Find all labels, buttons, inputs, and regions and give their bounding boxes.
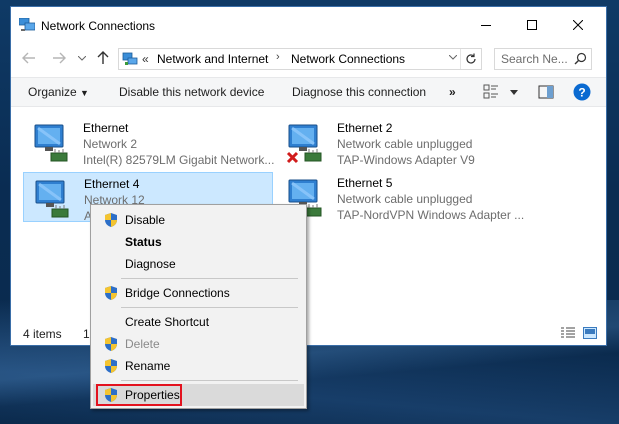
menu-item-diagnose[interactable]: Diagnose (93, 253, 304, 275)
recent-locations-button[interactable] (74, 50, 90, 66)
menu-label: Status (125, 235, 162, 249)
up-button[interactable] (95, 50, 111, 66)
network-adapter-disconnected-icon (286, 124, 322, 164)
disable-device-button[interactable]: Disable this network device (119, 85, 264, 99)
title-bar[interactable]: Network Connections (11, 7, 606, 39)
menu-label: Diagnose (125, 257, 176, 271)
connection-status: Network 2 (83, 137, 138, 151)
chevron-down-icon: ▼ (80, 88, 89, 98)
menu-label: Delete (125, 337, 160, 351)
network-folder-icon (122, 52, 138, 65)
connection-item-ethernet-5[interactable]: Ethernet 5 Network cable unplugged TAP-N… (277, 172, 527, 222)
selected-count: 1 (83, 327, 90, 341)
address-dropdown-icon[interactable] (449, 55, 457, 60)
more-commands-button[interactable]: » (449, 85, 456, 99)
back-arrow-icon (22, 52, 35, 64)
context-menu: Disable Status Diagnose Bridge Connectio… (90, 204, 307, 409)
refresh-icon (466, 53, 476, 64)
connection-name: Ethernet (83, 121, 129, 135)
connection-name: Ethernet 5 (337, 176, 393, 190)
network-adapter-icon (34, 124, 68, 162)
menu-item-delete[interactable]: Delete (93, 333, 304, 355)
back-button[interactable] (21, 50, 37, 66)
overflow-chevron[interactable]: « (142, 52, 149, 66)
menu-item-status[interactable]: Status (93, 231, 304, 253)
menu-separator (121, 278, 298, 279)
refresh-button[interactable] (460, 49, 481, 69)
maximize-button[interactable] (509, 11, 555, 39)
maximize-icon (527, 20, 537, 30)
preview-pane-icon[interactable] (538, 84, 554, 100)
window-title: Network Connections (41, 19, 156, 33)
large-icons-view-icon[interactable] (583, 327, 597, 339)
close-button[interactable] (555, 11, 601, 39)
properties-highlight-annotation (96, 384, 182, 406)
forward-button[interactable] (51, 50, 67, 66)
organize-menu[interactable]: Organize ▼ (28, 85, 89, 99)
connection-adapter: Intel(R) 82579LM Gigabit Network... (83, 153, 275, 167)
menu-label: Bridge Connections (125, 286, 230, 300)
uac-shield-icon (105, 213, 117, 227)
breadcrumb-network-and-internet[interactable]: Network and Internet (157, 52, 268, 66)
help-icon[interactable]: ? (573, 83, 591, 101)
menu-separator (121, 307, 298, 308)
view-dropdown-icon[interactable] (510, 90, 518, 95)
uac-shield-icon (105, 359, 117, 373)
address-bar[interactable]: « Network and Internet › Network Connect… (118, 48, 482, 70)
minimize-button[interactable] (463, 11, 509, 39)
uac-shield-icon (105, 337, 117, 351)
connection-item-ethernet-2[interactable]: Ethernet 2 Network cable unplugged TAP-W… (277, 117, 527, 167)
minimize-icon (481, 25, 491, 26)
search-icon[interactable] (574, 52, 587, 65)
uac-shield-icon (105, 286, 117, 300)
diagnose-connection-button[interactable]: Diagnose this connection (292, 85, 426, 99)
connection-status: Network cable unplugged (337, 137, 473, 151)
menu-item-rename[interactable]: Rename (93, 355, 304, 377)
chevron-down-icon (78, 55, 86, 61)
menu-separator (121, 380, 298, 381)
navigation-bar: « Network and Internet › Network Connect… (11, 43, 606, 73)
network-connections-app-icon (19, 18, 35, 31)
up-arrow-icon (97, 51, 109, 64)
change-view-icon[interactable] (483, 84, 499, 100)
breadcrumb-separator-icon[interactable]: › (276, 51, 280, 63)
details-view-icon[interactable] (561, 327, 575, 339)
connection-name: Ethernet 4 (84, 177, 140, 191)
menu-label: Rename (125, 359, 171, 373)
menu-label: Disable (125, 213, 166, 227)
connection-adapter: TAP-NordVPN Windows Adapter ... (337, 208, 525, 222)
svg-text:?: ? (578, 86, 585, 100)
menu-label: Create Shortcut (125, 315, 210, 329)
search-placeholder: Search Ne... (501, 52, 568, 66)
connection-name: Ethernet 2 (337, 121, 393, 135)
breadcrumb-network-connections[interactable]: Network Connections (291, 52, 405, 66)
organize-label: Organize (28, 85, 77, 99)
forward-arrow-icon (53, 52, 66, 64)
connection-adapter: TAP-Windows Adapter V9 (337, 153, 475, 167)
close-icon (573, 20, 583, 30)
menu-item-disable[interactable]: Disable (93, 209, 304, 231)
search-box[interactable]: Search Ne... (494, 48, 592, 70)
item-count: 4 items (23, 327, 62, 341)
menu-item-bridge-connections[interactable]: Bridge Connections (93, 282, 304, 304)
connection-item-ethernet[interactable]: Ethernet Network 2 Intel(R) 82579LM Giga… (23, 117, 275, 167)
command-bar: Organize ▼ Disable this network device D… (11, 77, 606, 107)
network-adapter-icon (35, 180, 69, 218)
menu-item-create-shortcut[interactable]: Create Shortcut (93, 311, 304, 333)
connection-status: Network cable unplugged (337, 192, 473, 206)
